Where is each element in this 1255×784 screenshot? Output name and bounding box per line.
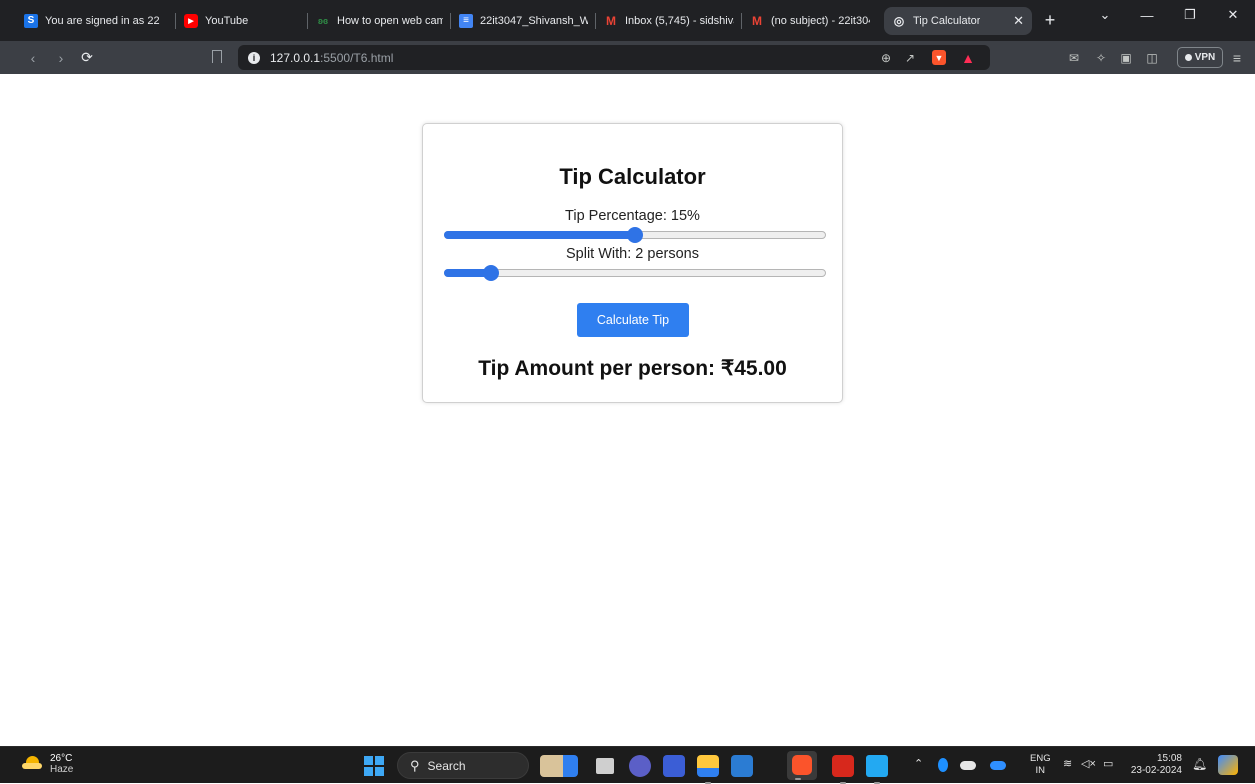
search-label: Search (427, 758, 466, 773)
menu-icon[interactable]: ≡ (1229, 49, 1245, 66)
brave-shields-icon[interactable]: ▼ (932, 50, 946, 65)
slider-fill (444, 231, 634, 239)
site-info-icon[interactable]: i (248, 51, 260, 64)
tab-title: Tip Calculator (913, 14, 981, 27)
back-button[interactable]: ‹ (22, 50, 44, 66)
taskbar-search[interactable]: ⚲ Search (397, 752, 529, 779)
tab-gmail-no-subject[interactable]: M (no subject) - 22it3047 (742, 7, 878, 35)
vscode-icon[interactable] (866, 755, 888, 784)
gmail-icon: M (752, 13, 762, 28)
bookmark-icon[interactable] (212, 50, 222, 63)
youtube-icon: ▶ (184, 13, 198, 28)
close-window-button[interactable]: ✕ (1213, 0, 1253, 30)
restore-button[interactable]: ❐ (1170, 0, 1210, 30)
sidebar-icon[interactable]: ▣ (1119, 49, 1133, 66)
slider-thumb[interactable] (482, 265, 499, 281)
tip-percentage-slider[interactable] (444, 227, 826, 243)
page-title: Tip Calculator (559, 164, 706, 189)
tab-search-chevron-icon[interactable]: ⌄ (1085, 0, 1125, 30)
slider-thumb[interactable] (627, 227, 643, 243)
acrobat-reader-icon[interactable] (832, 755, 854, 784)
split-persons-slider[interactable] (444, 265, 826, 281)
close-tab-icon[interactable]: ✕ (1007, 13, 1024, 29)
google-docs-icon: ≡ (459, 13, 473, 28)
task-view-icon[interactable] (596, 758, 614, 774)
region-code: IN (1035, 765, 1046, 776)
sharepoint-icon: S (24, 13, 38, 28)
search-icon: ⚲ (410, 757, 420, 773)
tab-title: How to open web cam (337, 14, 443, 27)
zoom-icon[interactable]: ⊕ (878, 49, 894, 66)
tab-title: Inbox (5,745) - sidshiva (625, 14, 734, 27)
new-tab-button[interactable]: + (1040, 10, 1060, 31)
tab-title: (no subject) - 22it3047 (771, 14, 870, 27)
vpn-status-icon (1184, 54, 1192, 61)
page-viewport: Tip Calculator Tip Percentage: 15% Split… (0, 74, 1255, 746)
volume-muted-icon[interactable]: ◁× (1081, 757, 1096, 770)
share-icon[interactable]: ↗ (902, 49, 918, 66)
minimize-button[interactable]: — (1127, 0, 1167, 30)
tab-webcam[interactable]: ʚɞ How to open web cam (308, 7, 451, 35)
show-hidden-icons-icon[interactable]: ⌃ (914, 757, 923, 770)
tab-title: You are signed in as 22 (45, 14, 160, 27)
onedrive-business-icon[interactable] (990, 761, 1006, 770)
wallet-icon[interactable]: ◫ (1145, 49, 1159, 66)
mail-icon[interactable]: ✉ (1067, 49, 1081, 66)
clock-date: 23-02-2024 (1130, 765, 1182, 776)
brave-browser-icon (792, 755, 812, 775)
calculate-tip-button[interactable]: Calculate Tip (577, 303, 689, 337)
vpn-button[interactable]: VPN (1177, 47, 1223, 68)
geeksforgeeks-icon: ʚɞ (317, 15, 329, 26)
system-clock[interactable]: 15:08 23-02-2024 (1130, 753, 1182, 777)
weather-temperature: 26°C (50, 753, 73, 764)
tab-signed-in[interactable]: S You are signed in as 22 (16, 7, 176, 35)
forward-button[interactable]: › (50, 50, 72, 66)
browser-tab-strip: S You are signed in as 22 ▶ YouTube ʚɞ H… (0, 0, 1255, 41)
tip-calculator-card: Tip Calculator Tip Percentage: 15% Split… (422, 123, 843, 403)
language-indicator[interactable]: ENG IN (1030, 753, 1051, 777)
brave-browser-taskbar-button[interactable] (787, 751, 817, 780)
language-code: ENG (1030, 753, 1051, 764)
address-bar[interactable]: i 127.0.0.1:5500/T6.html ⊕ ↗ ▼ ▲ (238, 45, 990, 70)
weather-widget[interactable]: 26°C Haze (22, 753, 73, 775)
globe-icon: ◎ (893, 13, 905, 28)
tab-title: YouTube (205, 14, 249, 27)
url-path: :5500/T6.html (320, 50, 394, 65)
bluetooth-icon[interactable] (938, 758, 948, 772)
weather-condition: Haze (50, 764, 74, 775)
copilot-icon[interactable] (1218, 755, 1238, 775)
tab-gmail-inbox[interactable]: M Inbox (5,745) - sidshiva (596, 7, 742, 35)
clock-time: 15:08 (1156, 753, 1182, 764)
tab-tip-calculator[interactable]: ◎ Tip Calculator ✕ (884, 6, 1032, 35)
wifi-icon[interactable]: ≋ (1063, 757, 1072, 770)
gmail-icon: M (606, 13, 616, 28)
tab-youtube[interactable]: ▶ YouTube (176, 7, 308, 35)
browser-toolbar: ‹ › ⟳ i 127.0.0.1:5500/T6.html ⊕ ↗ ▼ ▲ ✉… (0, 41, 1255, 74)
tip-result: Tip Amount per person: ₹45.00 (478, 357, 787, 380)
brave-rewards-icon[interactable]: ▲ (960, 49, 976, 66)
reload-button[interactable]: ⟳ (76, 49, 98, 66)
url-host: 127.0.0.1 (270, 50, 321, 65)
tip-percentage-label: Tip Percentage: 15% (565, 208, 700, 224)
battery-icon[interactable]: ▭ (1103, 757, 1113, 770)
vpn-label: VPN (1194, 52, 1216, 63)
start-button[interactable] (364, 756, 384, 776)
notification-bell-icon[interactable]: 🔔︎ (1192, 757, 1207, 771)
teams-chat-icon[interactable] (629, 755, 651, 777)
tab-title: 22it3047_Shivansh_We (480, 14, 588, 27)
tab-google-doc[interactable]: ≡ 22it3047_Shivansh_We (451, 7, 596, 35)
widgets-app-icon[interactable] (540, 755, 578, 777)
file-explorer-icon[interactable] (697, 755, 719, 784)
zoom-notes-app-icon[interactable] (663, 755, 685, 777)
weather-haze-icon (22, 756, 42, 772)
onedrive-icon[interactable] (960, 761, 976, 770)
windows-taskbar: 26°C Haze ⚲ Search ⌃ ENG IN ≋ ◁× ▭ 15:08… (0, 746, 1255, 784)
microsoft-store-icon[interactable] (731, 755, 753, 777)
split-with-label: Split With: 2 persons (566, 246, 699, 262)
extensions-icon[interactable]: ✧ (1093, 49, 1109, 66)
